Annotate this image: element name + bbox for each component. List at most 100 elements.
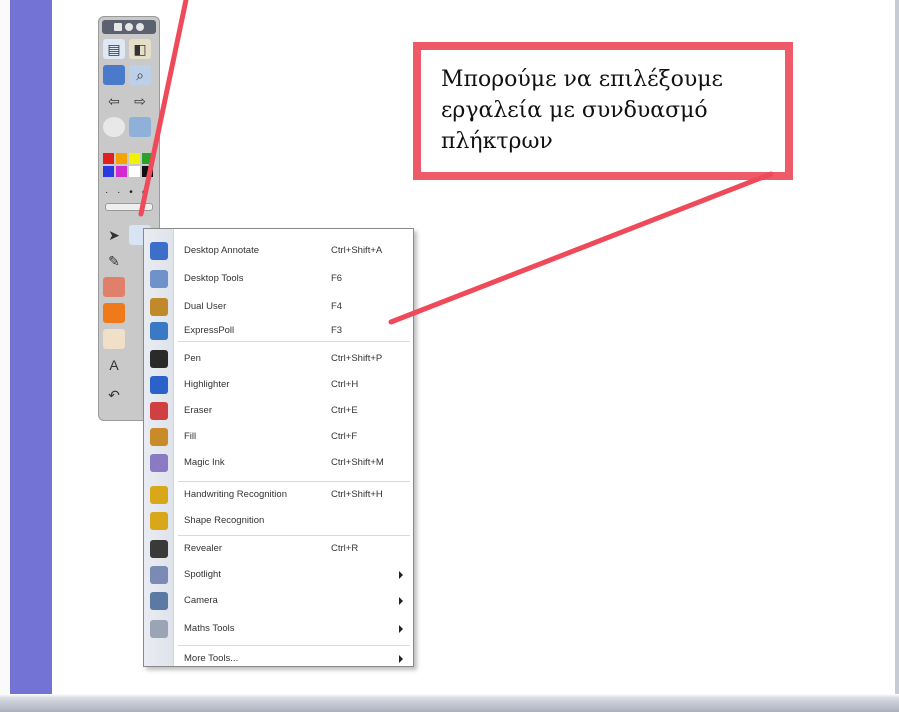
menu-item-shortcut: F3 <box>331 325 343 336</box>
menu-item-label: Desktop Annotate <box>184 245 259 256</box>
menu-item-label: Camera <box>184 595 218 606</box>
menu-item-shape-recognition[interactable]: Shape Recognition <box>144 507 413 535</box>
color-swatch-green[interactable] <box>142 153 153 164</box>
expresspoll-icon <box>150 322 168 340</box>
menu-item-desktop-annotate[interactable]: Desktop Annotate Ctrl+Shift+A <box>144 237 413 265</box>
menu-item-label: Eraser <box>184 405 212 416</box>
tools-context-menu: Desktop Annotate Ctrl+Shift+A Desktop Tool… <box>143 228 414 667</box>
color-swatch-yellow[interactable] <box>129 153 140 164</box>
menu-item-shortcut: F6 <box>331 273 343 284</box>
window-bottom-border <box>0 694 899 712</box>
eraser-icon <box>150 402 168 420</box>
back-arrow-icon[interactable]: ⇦ <box>103 91 125 111</box>
color-swatch-black[interactable] <box>142 166 153 177</box>
submenu-arrow-icon <box>399 597 403 605</box>
submenu-arrow-icon <box>399 571 403 579</box>
fill-icon <box>150 428 168 446</box>
menu-item-label: Dual User <box>184 301 227 312</box>
color-swatch-magenta[interactable] <box>116 166 127 177</box>
grid-icon[interactable] <box>114 23 122 31</box>
menu-item-label: ExpressPoll <box>184 325 235 336</box>
color-swatch-orange[interactable] <box>116 153 127 164</box>
forward-arrow-icon[interactable]: ⇨ <box>129 91 151 111</box>
menu-item-shortcut: Ctrl+H <box>331 379 359 390</box>
fill-icon[interactable] <box>103 329 125 349</box>
camera-icon <box>150 592 168 610</box>
menu-item-fill[interactable]: Fill Ctrl+F <box>144 423 413 451</box>
menu-item-shortcut: Ctrl+Shift+H <box>331 489 383 500</box>
flipchart-icon[interactable]: ▤ <box>103 39 125 59</box>
shape-recognition-icon <box>150 512 168 530</box>
menu-item-pen[interactable]: Pen Ctrl+Shift+P <box>144 345 413 373</box>
menu-item-more-tools[interactable]: More Tools... <box>144 645 413 673</box>
callout-text: Μπορούμε να επιλέξουμε εργαλεία με συνδυ… <box>441 67 723 154</box>
menu-item-label: Fill <box>184 431 197 442</box>
menu-item-handwriting-recognition[interactable]: Handwriting Recognition Ctrl+Shift+H <box>144 481 413 509</box>
menu-item-label: Maths Tools <box>184 623 235 634</box>
menu-item-shortcut: Ctrl+Shift+A <box>331 245 383 256</box>
revealer-icon <box>150 540 168 558</box>
menu-item-revealer[interactable]: Revealer Ctrl+R <box>144 535 413 563</box>
zoom-icon[interactable]: ⌕ <box>129 65 151 85</box>
select-arrow-icon[interactable]: ➤ <box>103 225 125 245</box>
menu-item-shortcut: F4 <box>331 301 343 312</box>
menu-item-label: Desktop Tools <box>184 273 244 284</box>
menu-item-label: Spotlight <box>184 569 221 580</box>
desktop-annotate-icon[interactable] <box>103 65 125 85</box>
menu-item-desktop-tools[interactable]: Desktop Tools F6 <box>144 265 413 293</box>
menu-item-label: More Tools... <box>184 653 239 664</box>
express-poll-icon[interactable] <box>129 117 151 137</box>
desktop-annotate-icon <box>150 242 168 260</box>
menu-item-shortcut: Ctrl+R <box>331 543 359 554</box>
transparency-slider[interactable] <box>105 203 153 211</box>
menu-separator <box>178 535 410 536</box>
eraser-icon[interactable] <box>103 277 125 297</box>
color-swatch-white[interactable] <box>129 166 140 177</box>
menu-item-label: Highlighter <box>184 379 230 390</box>
menu-item-shortcut: Ctrl+E <box>331 405 358 416</box>
color-swatch-blue[interactable] <box>103 166 114 177</box>
pointer-line-callout <box>388 171 774 325</box>
shape-icon[interactable] <box>103 303 125 323</box>
menu-item-shortcut: Ctrl+F <box>331 431 358 442</box>
menu-item-magic-ink[interactable]: Magic Ink Ctrl+Shift+M <box>144 449 413 477</box>
menu-item-label: Revealer <box>184 543 223 554</box>
menu-item-spotlight[interactable]: Spotlight <box>144 561 413 589</box>
menu-item-camera[interactable]: Camera <box>144 587 413 615</box>
dual-pen-icon <box>150 298 168 316</box>
menu-item-label: Handwriting Recognition <box>184 489 287 500</box>
maths-tools-icon <box>150 620 168 638</box>
color-swatch-red[interactable] <box>103 153 114 164</box>
menu-item-label: Pen <box>184 353 201 364</box>
menu-separator <box>178 645 410 646</box>
annotation-callout-box: Μπορούμε να επιλέξουμε εργαλεία με συνδυ… <box>413 42 793 180</box>
menu-item-label: Magic Ink <box>184 457 225 468</box>
text-icon[interactable]: A <box>103 355 125 375</box>
menu-separator <box>178 481 410 482</box>
clear-icon[interactable] <box>103 117 125 137</box>
resources-icon[interactable]: ◧ <box>129 39 151 59</box>
menu-item-label: Shape Recognition <box>184 515 265 526</box>
pen-width-dots[interactable]: · · • ● <box>105 187 151 198</box>
circle-icon[interactable] <box>136 23 144 31</box>
menu-separator <box>178 341 410 342</box>
undo-icon[interactable]: ↶ <box>103 385 125 405</box>
circle-icon[interactable] <box>125 23 133 31</box>
menu-item-maths-tools[interactable]: Maths Tools <box>144 615 413 643</box>
menu-item-highlighter[interactable]: Highlighter Ctrl+H <box>144 371 413 399</box>
pen-icon <box>150 350 168 368</box>
pen-icon[interactable]: ✎ <box>103 251 125 271</box>
desktop-tools-icon <box>150 270 168 288</box>
highlighter-icon <box>150 376 168 394</box>
toolbar-header[interactable] <box>102 20 156 34</box>
magic-ink-icon <box>150 454 168 472</box>
window-right-border <box>895 0 899 700</box>
side-panel-bar <box>10 0 52 700</box>
submenu-arrow-icon <box>399 655 403 663</box>
submenu-arrow-icon <box>399 625 403 633</box>
menu-item-eraser[interactable]: Eraser Ctrl+E <box>144 397 413 425</box>
menu-item-shortcut: Ctrl+Shift+P <box>331 353 383 364</box>
menu-item-shortcut: Ctrl+Shift+M <box>331 457 384 468</box>
spotlight-icon <box>150 566 168 584</box>
handwriting-recognition-icon <box>150 486 168 504</box>
